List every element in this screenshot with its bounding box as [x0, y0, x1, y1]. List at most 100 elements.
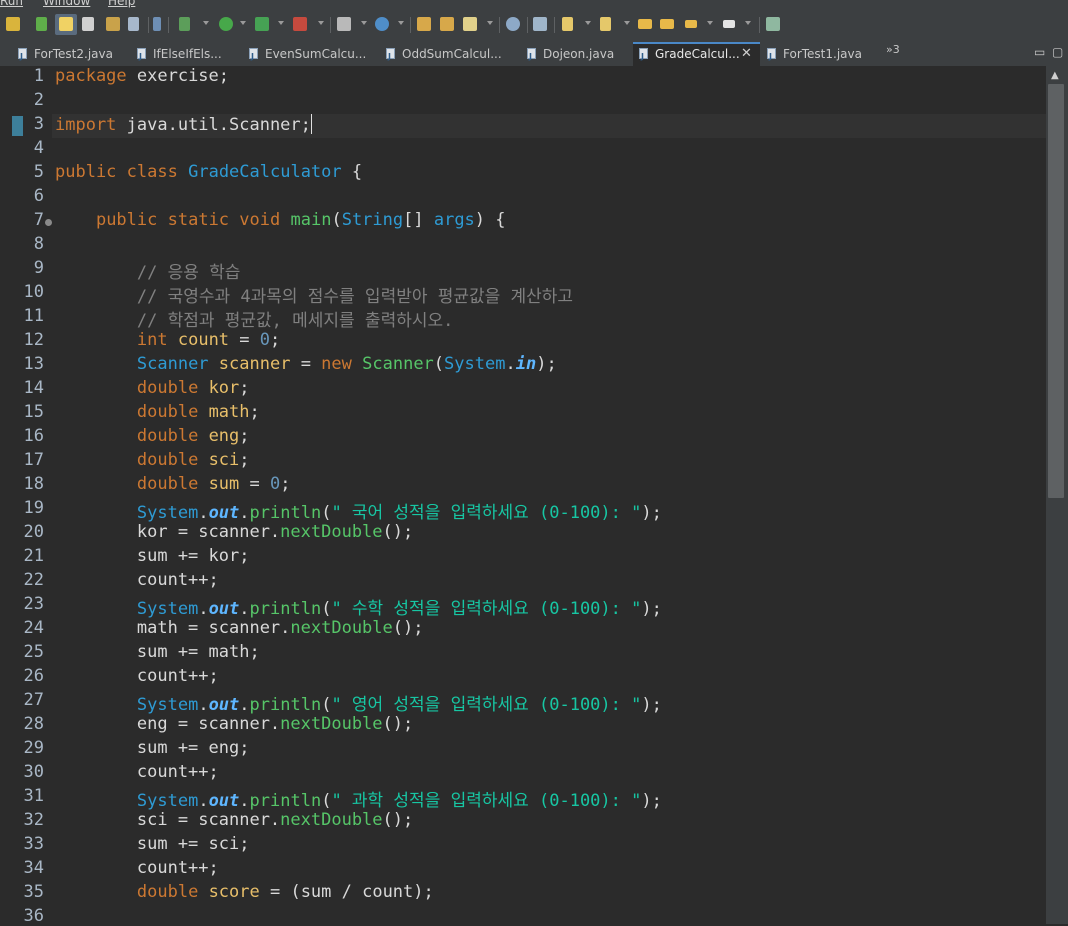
code-line[interactable]: int count = 0;	[55, 330, 280, 350]
code-line[interactable]: sum += sci;	[55, 834, 250, 854]
code-line[interactable]: sum += kor;	[55, 546, 250, 566]
code-editor[interactable]: 1 2 3 4 5 6 7 8 9 10 11 12 13 14 15 16 17 18 19 20 21 22 23 24 2…	[0, 66, 1046, 926]
java-file-icon	[137, 45, 146, 69]
minimize-icon[interactable]: ▭	[1034, 45, 1045, 59]
scroll-up-icon[interactable]: ▲	[1051, 70, 1059, 81]
line-number: 17	[23, 450, 44, 470]
tab-ifelseif[interactable]: IfElseIfEls...	[137, 42, 247, 69]
new-class-icon[interactable]	[375, 17, 389, 31]
menu-run[interactable]: Run	[0, 0, 23, 8]
prev-annotation-dropdown-icon[interactable]	[624, 21, 630, 25]
toolbar-separator	[330, 17, 331, 33]
code-line[interactable]: // 학점과 평균값, 메세지를 출력하시오.	[55, 306, 453, 331]
next-annotation-dropdown-icon[interactable]	[585, 21, 591, 25]
code-line[interactable]: math = scanner.nextDouble();	[55, 618, 424, 638]
mark-occurrences-icon[interactable]	[59, 17, 73, 31]
back-icon[interactable]	[638, 19, 652, 29]
search-icon[interactable]	[82, 17, 94, 31]
new-file-icon[interactable]	[106, 17, 120, 31]
code-token: ();	[392, 618, 424, 638]
code-line[interactable]: double sci;	[55, 450, 250, 470]
code-token: ();	[382, 714, 414, 734]
fold-method-icon[interactable]	[45, 219, 52, 226]
code-line[interactable]: count++;	[55, 858, 219, 878]
code-line[interactable]: sum += eng;	[55, 738, 250, 758]
code-line[interactable]: count++;	[55, 762, 219, 782]
external-tools-icon[interactable]	[255, 17, 269, 31]
code-line[interactable]: sci = scanner.nextDouble();	[55, 810, 413, 830]
prev-annotation-icon[interactable]	[600, 17, 611, 31]
tab-dojeon[interactable]: Dojeon.java	[527, 42, 627, 69]
code-line[interactable]: double kor;	[55, 378, 250, 398]
run-dropdown-icon[interactable]	[240, 21, 246, 25]
next-annotation-icon[interactable]	[562, 17, 573, 31]
code-line[interactable]: Scanner scanner = new Scanner(System.in)…	[55, 354, 557, 374]
tab-oddsumcalculator[interactable]: OddSumCalcul...	[386, 42, 521, 69]
clipboard-icon[interactable]	[128, 17, 139, 31]
code-line[interactable]: System.out.println(" 과학 성적을 입력하세요 (0-100…	[55, 786, 662, 811]
open-type-icon[interactable]	[417, 17, 431, 31]
code-line[interactable]: System.out.println(" 국어 성적을 입력하세요 (0-100…	[55, 498, 662, 523]
coverage-icon[interactable]	[293, 17, 307, 31]
code-line[interactable]: package exercise;	[55, 66, 229, 86]
go-back-dropdown-icon[interactable]	[707, 21, 713, 25]
close-tab-icon[interactable]: ✕	[741, 42, 752, 66]
menu-help[interactable]: Help	[108, 0, 135, 8]
scrollbar-thumb[interactable]	[1048, 84, 1064, 498]
code-token: ;	[270, 330, 281, 350]
go-back-icon[interactable]	[685, 20, 697, 28]
coverage-dropdown-icon[interactable]	[318, 21, 324, 25]
code-line[interactable]: double score = (sum / count);	[55, 882, 434, 902]
toggle-breakpoint-icon[interactable]	[6, 17, 20, 31]
go-forward-icon[interactable]	[723, 20, 735, 28]
code-token: System	[136, 599, 199, 619]
code-line[interactable]: double eng;	[55, 426, 250, 446]
code-line[interactable]: kor = scanner.nextDouble();	[55, 522, 413, 542]
code-line[interactable]: public static void main(String[] args) {	[55, 210, 506, 230]
code-line[interactable]: // 응용 학습	[55, 258, 241, 283]
web-icon[interactable]	[506, 17, 520, 31]
open-resource-icon[interactable]	[440, 17, 454, 31]
tab-gradecalculator[interactable]: GradeCalcul... ✕	[633, 42, 760, 69]
debug-icon[interactable]	[179, 17, 190, 31]
code-token: (	[433, 354, 445, 374]
code-line[interactable]: import java.util.Scanner;	[55, 114, 312, 135]
perspective-icon[interactable]	[766, 17, 780, 31]
run-icon[interactable]	[219, 17, 233, 31]
code-line[interactable]: count++;	[55, 570, 219, 590]
new-package-icon[interactable]	[337, 17, 351, 31]
code-line[interactable]: double sum = 0;	[55, 474, 291, 494]
edit-icon[interactable]	[463, 17, 477, 31]
code-line[interactable]: count++;	[55, 666, 219, 686]
edit-dropdown-icon[interactable]	[487, 21, 493, 25]
debug-dropdown-icon[interactable]	[203, 21, 209, 25]
code-line[interactable]: public class GradeCalculator {	[55, 162, 362, 182]
new-class-dropdown-icon[interactable]	[398, 21, 404, 25]
menu-window[interactable]: Window	[43, 0, 90, 8]
code-line[interactable]: eng = scanner.nextDouble();	[55, 714, 413, 734]
tab-evensumcalculator[interactable]: EvenSumCalcu...	[249, 42, 379, 69]
tab-overflow-indicator[interactable]: »3	[886, 43, 900, 56]
code-line[interactable]: System.out.println(" 영어 성적을 입력하세요 (0-100…	[55, 690, 662, 715]
show-whitespace-icon[interactable]	[153, 17, 161, 31]
tab-fortest2[interactable]: ForTest2.java	[18, 42, 138, 69]
code-token: =	[229, 330, 260, 350]
code-line[interactable]: // 국영수과 4과목의 점수를 입력받아 평균값을 계산하고	[55, 282, 573, 307]
go-forward-dropdown-icon[interactable]	[745, 21, 751, 25]
search-tools-icon[interactable]	[533, 17, 547, 31]
code-line[interactable]: sum += math;	[55, 642, 260, 662]
code-line[interactable]: System.out.println(" 수학 성적을 입력하세요 (0-100…	[55, 594, 662, 619]
line-number: 34	[23, 858, 44, 878]
code-token: math = scanner.	[55, 618, 291, 638]
maximize-icon[interactable]: ▢	[1052, 45, 1063, 59]
external-tools-dropdown-icon[interactable]	[278, 21, 284, 25]
skip-breakpoints-icon[interactable]	[36, 17, 47, 31]
tab-fortest1[interactable]: ForTest1.java	[767, 42, 877, 69]
forward-icon[interactable]	[660, 19, 674, 29]
new-package-dropdown-icon[interactable]	[361, 21, 367, 25]
code-line[interactable]: double math;	[55, 402, 260, 422]
vertical-scrollbar[interactable]: ▲	[1046, 66, 1068, 924]
